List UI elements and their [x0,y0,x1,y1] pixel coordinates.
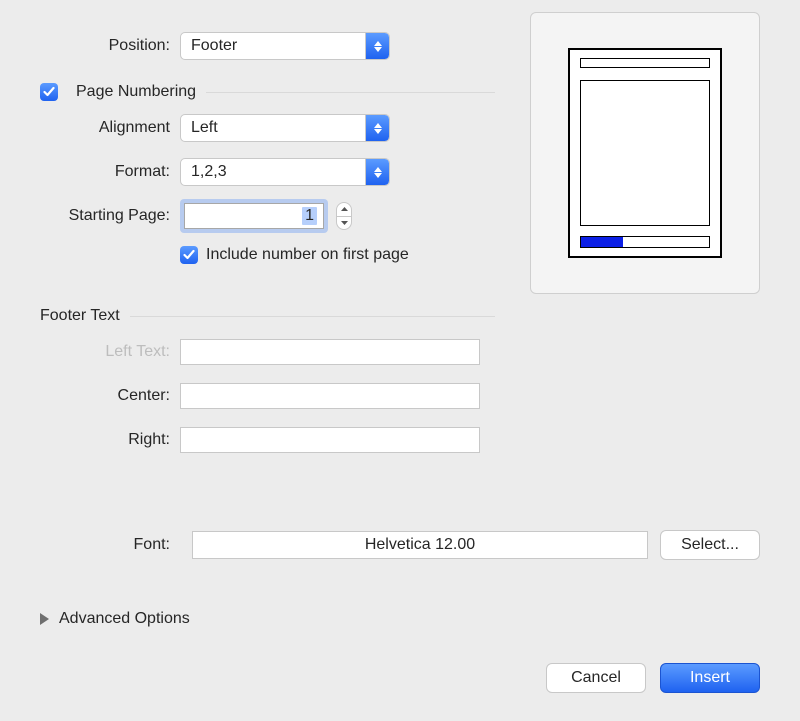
page-preview [568,48,722,258]
divider [130,316,495,317]
center-text-input[interactable] [180,383,480,409]
popup-arrows-icon [365,33,389,59]
page-preview-panel [530,12,760,294]
format-popup[interactable]: 1,2,3 [180,158,390,186]
format-value: 1,2,3 [191,163,365,181]
left-text-label: Left Text: [40,343,180,361]
cancel-button[interactable]: Cancel [546,663,646,693]
font-label: Font: [40,536,180,554]
footer-text-section-label: Footer Text [40,307,120,325]
stepper-down-icon[interactable] [337,217,351,230]
select-font-button[interactable]: Select... [660,530,760,560]
popup-arrows-icon [365,159,389,185]
position-value: Footer [191,37,365,55]
page-numbering-label: Page Numbering [76,83,196,101]
page-numbering-checkbox[interactable] [40,83,58,101]
alignment-value: Left [191,119,365,137]
alignment-label: Alignment [40,119,180,137]
disclosure-triangle-icon [40,613,49,625]
include-first-page-label: Include number on first page [206,246,409,264]
stepper-up-icon[interactable] [337,203,351,217]
popup-arrows-icon [365,115,389,141]
starting-page-focus-ring: 1 [180,199,328,233]
starting-page-input[interactable]: 1 [184,203,324,229]
preview-footer-box [580,236,710,248]
preview-body-box [580,80,710,226]
include-first-page-checkbox[interactable] [180,246,198,264]
divider [206,92,495,93]
starting-page-stepper[interactable] [336,202,352,230]
position-label: Position: [40,37,180,55]
advanced-options-disclosure[interactable]: Advanced Options [40,610,190,628]
center-text-label: Center: [40,387,180,405]
starting-page-label: Starting Page: [40,207,180,225]
position-popup[interactable]: Footer [180,32,390,60]
advanced-options-label: Advanced Options [59,610,190,628]
font-display: Helvetica 12.00 [192,531,648,559]
format-label: Format: [40,163,180,181]
right-text-input[interactable] [180,427,480,453]
alignment-popup[interactable]: Left [180,114,390,142]
right-text-label: Right: [40,431,180,449]
insert-button[interactable]: Insert [660,663,760,693]
preview-footer-left-highlight [581,237,623,247]
preview-header-box [580,58,710,68]
starting-page-value: 1 [302,207,317,225]
left-text-input[interactable] [180,339,480,365]
